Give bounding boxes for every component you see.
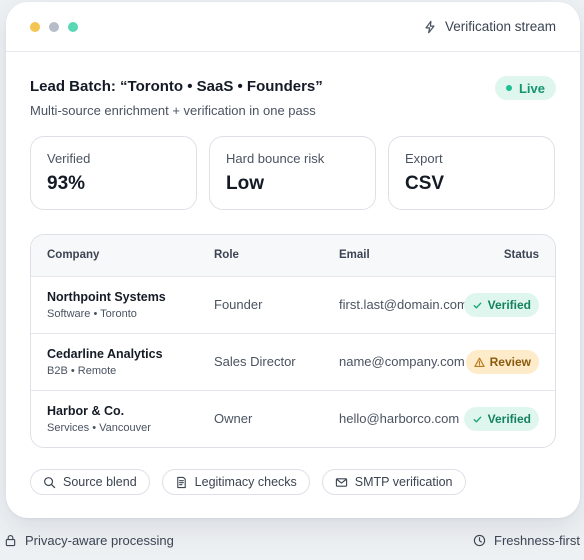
status-badge: Review bbox=[465, 350, 539, 374]
status-badge: Verified bbox=[463, 407, 539, 431]
email-cell: name@company.com bbox=[339, 354, 465, 369]
stat-value: 93% bbox=[47, 173, 86, 194]
company-name: Cedarline Analytics bbox=[47, 347, 163, 361]
company-meta: Services • Vancouver bbox=[47, 422, 151, 434]
stat-bounce-risk: Hard bounce risk Low bbox=[209, 136, 376, 210]
table-row[interactable]: Harbor & Co. Services • Vancouver Owner … bbox=[31, 391, 555, 447]
window-dot-yellow[interactable] bbox=[30, 21, 40, 32]
privacy-label: Privacy-aware processing bbox=[25, 533, 174, 548]
table-row[interactable]: Cedarline Analytics B2B • Remote Sales D… bbox=[31, 334, 555, 391]
company-meta: B2B • Remote bbox=[47, 365, 117, 377]
status-label: Verified bbox=[487, 412, 531, 426]
warning-icon bbox=[474, 357, 485, 367]
role-cell: Sales Director bbox=[214, 354, 296, 369]
leads-table: Company Role Email Status Northpoint Sys… bbox=[30, 234, 556, 448]
table-row[interactable]: Northpoint Systems Software • Toronto Fo… bbox=[31, 277, 555, 334]
verification-stream[interactable]: Verification stream bbox=[423, 19, 556, 34]
privacy-note: Privacy-aware processing bbox=[4, 533, 174, 548]
main-card: Verification stream Lead Batch: “Toronto… bbox=[6, 2, 580, 518]
company-cell: Harbor & Co. Services • Vancouver bbox=[47, 404, 151, 434]
batch-title: Lead Batch: “Toronto • SaaS • Founders” bbox=[30, 78, 323, 95]
stat-export[interactable]: Export CSV bbox=[388, 136, 555, 210]
company-name: Northpoint Systems bbox=[47, 290, 166, 304]
window-topbar: Verification stream bbox=[6, 2, 580, 52]
lightning-icon bbox=[425, 20, 435, 33]
column-header-email[interactable]: Email bbox=[339, 249, 370, 261]
check-icon bbox=[473, 302, 482, 308]
stat-value: Low bbox=[226, 173, 264, 194]
column-header-company[interactable]: Company bbox=[47, 249, 99, 261]
status-label: Verified bbox=[487, 298, 531, 312]
email-cell: hello@harborco.com bbox=[339, 411, 460, 426]
role-cell: Founder bbox=[214, 297, 263, 312]
chip-label: SMTP verification bbox=[354, 475, 453, 489]
live-label: Live bbox=[518, 80, 545, 96]
stat-label: Export bbox=[405, 151, 443, 166]
freshness-label: Freshness-first bbox=[494, 533, 580, 548]
lock-icon bbox=[5, 535, 16, 547]
chip-label: Source blend bbox=[63, 475, 137, 489]
company-cell: Cedarline Analytics B2B • Remote bbox=[47, 347, 163, 377]
company-cell: Northpoint Systems Software • Toronto bbox=[47, 290, 166, 320]
stats-row: Verified 93% Hard bounce risk Low Export… bbox=[30, 136, 555, 210]
check-icon bbox=[473, 416, 482, 422]
column-header-status[interactable]: Status bbox=[504, 249, 539, 261]
company-name: Harbor & Co. bbox=[47, 404, 125, 418]
email-cell: first.last@domain.com bbox=[339, 297, 468, 312]
column-header-role[interactable]: Role bbox=[214, 249, 239, 261]
freshness-note: Freshness-first bbox=[473, 533, 580, 548]
chip-legitimacy-checks[interactable]: Legitimacy checks bbox=[161, 469, 310, 495]
search-icon bbox=[44, 476, 56, 488]
chip-source-blend[interactable]: Source blend bbox=[30, 469, 150, 495]
live-badge: Live bbox=[494, 76, 556, 100]
window-controls bbox=[30, 21, 78, 32]
batch-header: Lead Batch: “Toronto • SaaS • Founders” … bbox=[30, 76, 556, 118]
batch-subtitle: Multi-source enrichment + verification i… bbox=[30, 103, 316, 118]
mail-icon bbox=[335, 477, 347, 487]
stat-label: Hard bounce risk bbox=[226, 151, 325, 166]
status-badge: Verified bbox=[463, 293, 539, 317]
stat-value: CSV bbox=[405, 173, 445, 194]
page-footer: Privacy-aware processing Freshness-first bbox=[0, 533, 584, 553]
window-dot-gray[interactable] bbox=[49, 21, 59, 32]
feature-chips: Source blend Legitimacy checks SMTP veri… bbox=[30, 469, 466, 495]
company-meta: Software • Toronto bbox=[47, 308, 137, 320]
role-cell: Owner bbox=[214, 411, 253, 426]
stat-verified: Verified 93% bbox=[30, 136, 197, 210]
live-dot-icon bbox=[505, 85, 512, 91]
status-label: Review bbox=[489, 355, 531, 369]
stream-label: Verification stream bbox=[444, 19, 556, 34]
chip-smtp-verification[interactable]: SMTP verification bbox=[321, 469, 466, 495]
stat-label: Verified bbox=[47, 151, 91, 166]
table-header: Company Role Email Status bbox=[31, 235, 555, 277]
document-check-icon bbox=[176, 476, 186, 488]
chip-label: Legitimacy checks bbox=[194, 475, 297, 489]
window-dot-green[interactable] bbox=[68, 21, 78, 32]
clock-icon bbox=[473, 534, 486, 547]
